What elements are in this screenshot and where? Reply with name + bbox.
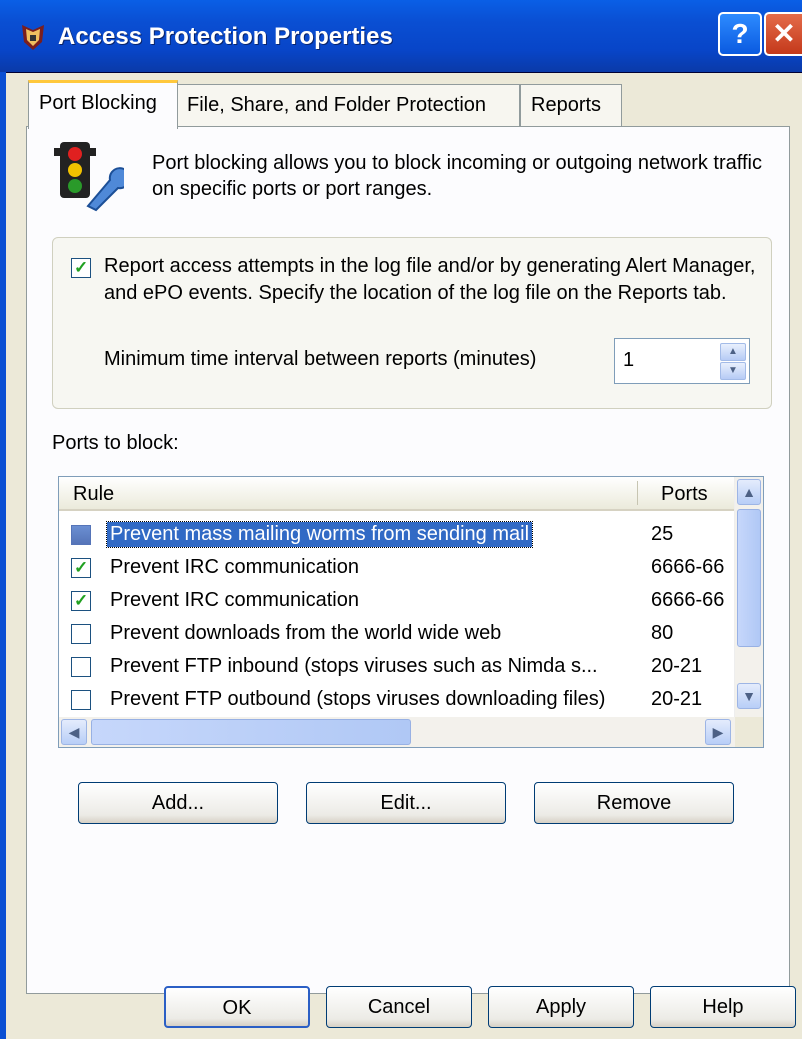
row-ports: 20-21 <box>651 655 703 677</box>
chevron-down-icon: ▼ <box>742 688 756 704</box>
row-rule: Prevent IRC communication <box>110 556 359 578</box>
column-header-ports[interactable]: Ports <box>661 483 708 506</box>
add-button[interactable]: Add... <box>78 782 278 824</box>
column-header-rule[interactable]: Rule <box>73 483 114 506</box>
table-row[interactable]: Prevent mass mailing worms from sending … <box>59 519 735 552</box>
row-rule: Prevent FTP inbound (stops viruses such … <box>110 655 598 677</box>
row-rule: Prevent downloads from the world wide we… <box>110 622 502 644</box>
remove-button[interactable]: Remove <box>534 782 734 824</box>
horizontal-scrollbar[interactable]: ◀ ▶ <box>59 717 735 747</box>
scroll-left-button[interactable]: ◀ <box>61 719 87 745</box>
help-title-button[interactable]: ? <box>718 12 762 56</box>
table-row[interactable]: ✓ Prevent IRC communication 6666-66 <box>59 552 735 585</box>
chevron-up-icon: ▲ <box>728 346 738 357</box>
help-button[interactable]: Help <box>650 986 796 1028</box>
close-icon: ✕ <box>772 18 796 49</box>
row-rule: Prevent FTP outbound (stops viruses down… <box>110 688 606 710</box>
row-ports: 20-21 <box>651 688 703 710</box>
chevron-left-icon: ◀ <box>68 724 80 740</box>
tab-port-blocking[interactable]: Port Blocking <box>28 80 178 129</box>
row-rule: Prevent mass mailing worms from sending … <box>105 521 534 548</box>
apply-button[interactable]: Apply <box>488 986 634 1028</box>
row-checkbox[interactable] <box>71 657 91 677</box>
cancel-button[interactable]: Cancel <box>326 986 472 1028</box>
row-ports: 6666-66 <box>651 589 725 611</box>
title-bar[interactable]: Access Protection Properties ? ✕ <box>0 0 802 73</box>
edit-button[interactable]: Edit... <box>306 782 506 824</box>
checkmark-icon: ✓ <box>74 591 89 610</box>
scroll-down-button[interactable]: ▼ <box>737 683 761 709</box>
row-checkbox[interactable] <box>71 525 91 545</box>
list-header: Rule Ports <box>59 477 735 511</box>
spin-up-button[interactable]: ▲ <box>720 343 746 361</box>
row-ports: 80 <box>651 622 674 644</box>
row-checkbox[interactable] <box>71 690 91 710</box>
checkmark-icon: ✓ <box>74 558 89 577</box>
chevron-right-icon: ▶ <box>712 724 724 740</box>
shield-lock-icon <box>22 25 44 50</box>
tab-reports[interactable]: Reports <box>520 84 622 126</box>
window-title: Access Protection Properties <box>58 23 393 50</box>
column-divider[interactable] <box>637 481 638 505</box>
scrollbar-corner <box>735 717 763 747</box>
ok-button[interactable]: OK <box>164 986 310 1028</box>
traffic-light-wrench-icon <box>54 142 124 212</box>
row-ports: 6666-66 <box>651 556 725 578</box>
checkmark-icon: ✓ <box>74 258 89 277</box>
tab-label: Reports <box>531 94 602 116</box>
row-checkbox[interactable]: ✓ <box>71 591 91 611</box>
spin-down-button[interactable]: ▼ <box>720 362 746 380</box>
close-button[interactable]: ✕ <box>764 12 802 56</box>
chevron-up-icon: ▲ <box>742 484 756 500</box>
ports-label: Ports to block: <box>52 432 179 454</box>
table-row[interactable]: ✓ Prevent IRC communication 6666-66 <box>59 585 735 618</box>
tab-label: File, Share, and Folder Protection <box>187 94 487 116</box>
vertical-scroll-thumb[interactable] <box>737 509 761 647</box>
scroll-up-button[interactable]: ▲ <box>737 479 761 505</box>
row-checkbox[interactable]: ✓ <box>71 558 91 578</box>
table-row[interactable]: Prevent downloads from the world wide we… <box>59 618 735 651</box>
row-checkbox[interactable] <box>71 624 91 644</box>
chevron-down-icon: ▼ <box>728 365 738 376</box>
interval-label: Minimum time interval between reports (m… <box>104 348 537 370</box>
vertical-scrollbar[interactable]: ▲ ▼ <box>734 477 763 717</box>
scroll-right-button[interactable]: ▶ <box>705 719 731 745</box>
ports-list[interactable]: Rule Ports Prevent mass mailing worms fr… <box>58 476 764 748</box>
table-row[interactable]: Prevent FTP outbound (stops viruses down… <box>59 684 735 717</box>
header-description: Port blocking allows you to block incomi… <box>152 152 762 200</box>
report-checkbox-label: Report access attempts in the log file a… <box>104 255 756 304</box>
help-icon: ? <box>731 18 749 49</box>
report-checkbox[interactable]: ✓ <box>71 258 91 278</box>
interval-value: 1 <box>623 349 635 371</box>
window-frame <box>0 72 6 1039</box>
tab-file-share-folder[interactable]: File, Share, and Folder Protection <box>176 84 520 126</box>
interval-spinner[interactable]: 1 ▲ ▼ <box>614 338 750 384</box>
table-row[interactable]: Prevent FTP inbound (stops viruses such … <box>59 651 735 684</box>
horizontal-scroll-thumb[interactable] <box>91 719 411 745</box>
tab-label: Port Blocking <box>39 92 157 114</box>
row-rule: Prevent IRC communication <box>110 589 359 611</box>
row-ports: 25 <box>651 523 674 545</box>
